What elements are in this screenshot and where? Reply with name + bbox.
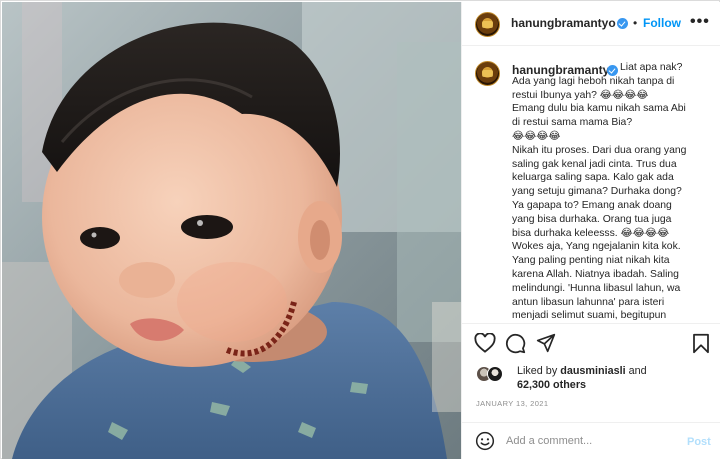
separator-dot: • <box>633 16 638 30</box>
caption-line: karena Allah. Niatnya ibadah. Saling <box>512 268 679 280</box>
caption-line: di restui sama mama Bia? <box>512 117 633 129</box>
baby-photo-illustration <box>2 2 461 459</box>
bookmark-icon[interactable] <box>692 333 710 359</box>
caption-line: yang setuju gimana? Durhaka dong? <box>512 186 682 198</box>
caption-line: antun libasun lahunna' para isteri <box>512 296 665 308</box>
more-options-icon[interactable]: ••• <box>690 13 710 31</box>
caption-line: bisa durhaka keleesss. 😂😂😂😂 <box>512 227 670 239</box>
author-avatar[interactable] <box>475 12 500 37</box>
caption-line: Liat apa nak? <box>620 62 683 73</box>
caption-line: Ya gapapa to? Emang anak doang <box>512 199 672 211</box>
caption-line: Emang dulu bia kamu nikah sama Abi <box>512 103 686 115</box>
liker-username[interactable]: dausminiasli <box>560 365 625 377</box>
post-comment-button[interactable]: Post <box>687 436 711 448</box>
heart-icon[interactable] <box>474 332 496 358</box>
caption-line: Yang paling penting niat nikah kita <box>512 255 670 267</box>
comment-icon[interactable] <box>505 333 526 359</box>
post-date[interactable]: JANUARY 13, 2021 <box>476 399 548 408</box>
comment-bar: Post <box>462 422 720 459</box>
post-sidebar: hanungbramantyo • Follow ••• hanungbrama… <box>461 2 720 459</box>
caption-line: Nikah itu proses. Dari dua orang yang <box>512 144 687 156</box>
caption-line: yang bisa durhaka. Orang tua juga <box>512 213 672 225</box>
liker-avatar <box>487 366 503 382</box>
share-icon[interactable] <box>536 333 556 358</box>
caption-line: restui Ibunya yah? 😂😂😂😂 <box>512 89 649 101</box>
caption-line: 😂😂😂😂 <box>512 130 561 142</box>
caption-author-avatar[interactable] <box>475 61 500 86</box>
caption-section[interactable]: hanungbramantyo Liat apa nak? Ada yang l… <box>462 47 720 323</box>
likes-section: Liked by dausminiasli and 62,300 others <box>462 363 720 395</box>
likes-count[interactable]: 62,300 others <box>517 379 586 391</box>
likes-prefix: Liked by <box>517 365 561 377</box>
instagram-post-card: hanungbramantyo • Follow ••• hanungbrama… <box>0 0 720 459</box>
caption-line: keluarga saling sapa. Kalo gak ada <box>512 172 674 184</box>
post-header: hanungbramantyo • Follow ••• <box>462 2 720 46</box>
caption-line: menjadi selimut suami, begitupun <box>512 310 667 322</box>
liker-avatars[interactable] <box>476 366 504 384</box>
comment-input[interactable] <box>506 431 676 451</box>
verified-badge-icon <box>617 18 628 29</box>
follow-button[interactable]: Follow <box>643 16 681 30</box>
caption-line: Ada yang lagi heboh nikah tanpa di <box>512 75 675 87</box>
likes-suffix: and <box>625 365 647 377</box>
post-photo[interactable] <box>2 2 461 459</box>
caption-text: Liat apa nak? Ada yang lagi heboh nikah … <box>512 61 718 323</box>
caption-line: saling gak kenal jadi cinta. Trus dua <box>512 158 677 170</box>
action-bar <box>462 323 720 363</box>
emoji-icon[interactable] <box>475 431 495 456</box>
caption-line: melindungi. 'Hunna libasul lahun, wa <box>512 282 681 294</box>
caption-line: Wokes aja, Yang ngejalanin kita kok. <box>512 241 681 253</box>
likes-summary: Liked by dausminiasli and 62,300 others <box>517 365 647 392</box>
author-username[interactable]: hanungbramantyo <box>511 16 616 30</box>
